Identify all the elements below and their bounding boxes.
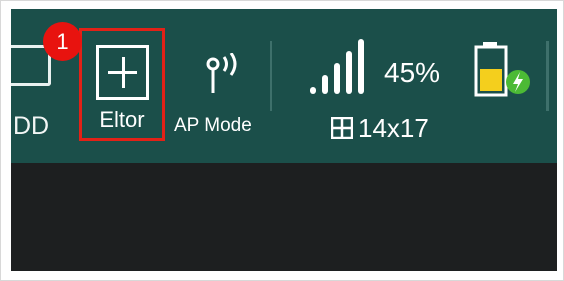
dd-label[interactable]: DD <box>13 112 49 141</box>
battery-charging-icon <box>474 42 530 97</box>
main-content-area <box>11 163 557 271</box>
editor-label: Eltor <box>99 107 145 132</box>
toolbar-edge-divider <box>546 41 549 111</box>
editor-button[interactable]: Eltor <box>79 28 165 141</box>
toolbar-divider <box>270 41 272 111</box>
top-toolbar: DD Eltor AP Mode 45% 14x17 1 <box>11 9 557 163</box>
ap-mode-label[interactable]: AP Mode <box>174 115 252 137</box>
step-number-badge: 1 <box>43 22 82 61</box>
add-icon <box>96 45 149 100</box>
grid-size-value: 14x17 <box>358 113 429 143</box>
signal-strength-value: 45% <box>384 57 441 88</box>
wifi-antenna-icon[interactable] <box>199 53 251 93</box>
grid-icon <box>331 117 353 139</box>
signal-bars-icon <box>310 39 364 94</box>
